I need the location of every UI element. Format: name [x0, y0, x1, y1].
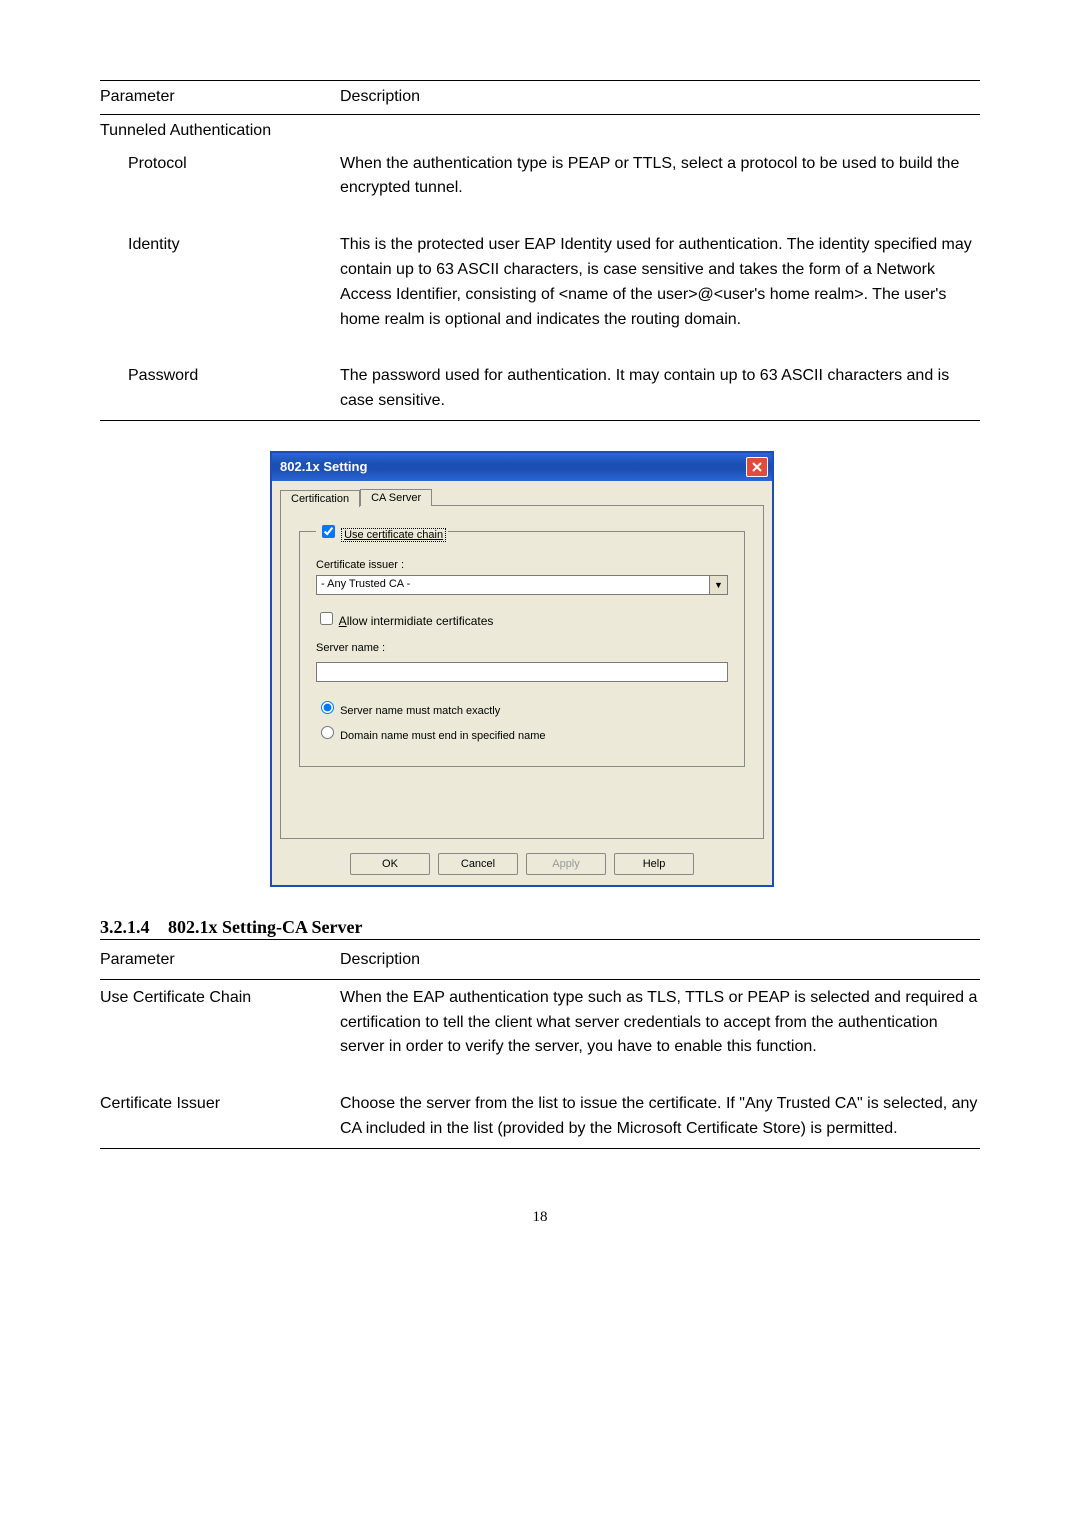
dialog-title: 802.1x Setting: [280, 459, 367, 474]
table2-header-desc: Description: [340, 942, 980, 979]
radio-match-exactly[interactable]: Server name must match exactly: [316, 705, 500, 717]
section-heading: 3.2.1.4 802.1x Setting-CA Server: [100, 917, 980, 940]
table2-header-param: Parameter: [100, 942, 340, 979]
tab-certification[interactable]: Certification: [280, 490, 360, 507]
use-cert-chain-group: Use certificate chain Certificate issuer…: [299, 522, 745, 767]
cert-issuer-select[interactable]: - Any Trusted CA - ▼: [316, 575, 728, 595]
dialog-8021x-setting: 802.1x Setting Certification CA Server U…: [270, 451, 774, 887]
table1-row2-desc: The password used for authentication. It…: [340, 358, 980, 420]
server-name-label: Server name :: [316, 642, 728, 654]
table1-row2-param: Password: [100, 358, 340, 420]
table2-row1-desc: Choose the server from the list to issue…: [340, 1086, 980, 1148]
table1-section: Tunneled Authentication: [100, 114, 980, 145]
cert-issuer-label: Certificate issuer :: [316, 559, 728, 571]
param-table-2: Parameter Description Use Certificate Ch…: [100, 942, 980, 1149]
table2-row0-desc: When the EAP authentication type such as…: [340, 979, 980, 1066]
table1-header-param: Parameter: [100, 81, 340, 115]
allow-intermediate-checkbox[interactable]: Allow intermidiate certificates: [316, 609, 728, 628]
apply-button[interactable]: Apply: [526, 853, 606, 875]
chevron-down-icon[interactable]: ▼: [710, 575, 728, 595]
close-icon[interactable]: [746, 457, 768, 477]
table2-row1-param: Certificate Issuer: [100, 1086, 340, 1148]
server-name-input[interactable]: [316, 662, 728, 682]
radio-domain-end-input[interactable]: [321, 726, 334, 739]
tab-ca-server[interactable]: CA Server: [360, 489, 432, 506]
table2-row0-param: Use Certificate Chain: [100, 979, 340, 1066]
page-number: 18: [100, 1209, 980, 1226]
use-cert-chain-checkbox[interactable]: Use certificate chain: [318, 529, 446, 541]
dialog-titlebar: 802.1x Setting: [272, 453, 772, 481]
radio-domain-end[interactable]: Domain name must end in specified name: [316, 730, 546, 742]
table1-row0-desc: When the authentication type is PEAP or …: [340, 146, 980, 208]
section-number: 3.2.1.4: [100, 917, 150, 937]
table1-row1-desc: This is the protected user EAP Identity …: [340, 227, 980, 338]
use-cert-chain-input[interactable]: [322, 525, 335, 538]
cancel-button[interactable]: Cancel: [438, 853, 518, 875]
table1-header-desc: Description: [340, 81, 980, 115]
table1-row0-param: Protocol: [100, 146, 340, 208]
param-table-1: Parameter Description Tunneled Authentic…: [100, 80, 980, 421]
ok-button[interactable]: OK: [350, 853, 430, 875]
cert-issuer-value: - Any Trusted CA -: [316, 575, 710, 595]
table1-row1-param: Identity: [100, 227, 340, 338]
help-button[interactable]: Help: [614, 853, 694, 875]
allow-intermediate-input[interactable]: [320, 612, 333, 625]
radio-match-exactly-input[interactable]: [321, 701, 334, 714]
section-title: 802.1x Setting-CA Server: [168, 917, 362, 937]
